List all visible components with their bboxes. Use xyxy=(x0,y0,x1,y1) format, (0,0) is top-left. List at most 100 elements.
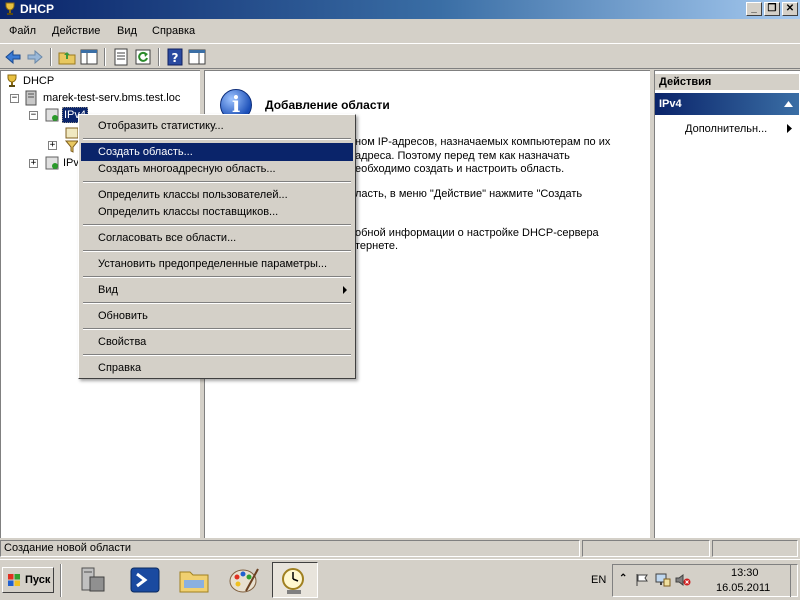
menu-separator xyxy=(83,302,351,304)
up-folder-icon[interactable] xyxy=(58,48,76,66)
server-options-icon[interactable] xyxy=(65,126,79,140)
menu-item-properties[interactable]: Свойства xyxy=(81,333,353,351)
window-titlebar[interactable]: DHCP _ ❐ ✕ xyxy=(0,0,800,19)
action-center-flag-icon[interactable] xyxy=(635,573,649,587)
menu-item-refresh[interactable]: Обновить xyxy=(81,307,353,325)
system-tray: EN ⌃ 13:30 16.05.2011 xyxy=(591,564,798,597)
status-panel xyxy=(712,540,798,557)
server-manager-icon xyxy=(81,567,105,592)
submenu-arrow-icon xyxy=(787,124,792,133)
svg-text:?: ? xyxy=(172,51,179,65)
status-text: Создание новой области xyxy=(0,540,580,557)
taskbar-explorer[interactable] xyxy=(172,562,218,598)
taskbar-separator xyxy=(60,564,62,597)
menu-item-new-scope[interactable]: Создать область... xyxy=(81,143,353,161)
toolbar-separator xyxy=(158,48,160,66)
info-text-line: тернете. xyxy=(355,240,399,252)
start-label: Пуск xyxy=(25,574,51,586)
menu-separator xyxy=(83,181,351,183)
menu-separator xyxy=(83,328,351,330)
actions-pane: Действия IPv4 Дополнительн... xyxy=(654,70,800,538)
menu-separator xyxy=(83,276,351,278)
taskbar-dhcp[interactable] xyxy=(272,562,318,598)
menu-item-user-classes[interactable]: Определить классы пользователей... xyxy=(81,186,353,204)
close-button[interactable]: ✕ xyxy=(782,2,798,16)
menu-separator xyxy=(83,224,351,226)
expand-expander[interactable]: + xyxy=(48,141,57,150)
taskbar-server-manager[interactable] xyxy=(68,562,114,598)
menu-item-vendor-classes[interactable]: Определить классы поставщиков... xyxy=(81,203,353,221)
menu-item-show-statistics[interactable]: Отобразить статистику... xyxy=(81,117,353,135)
toolbar-separator xyxy=(104,48,106,66)
menu-separator xyxy=(83,354,351,356)
submenu-arrow-icon xyxy=(343,286,347,294)
show-hidden-icons-icon[interactable]: ⌃ xyxy=(619,573,627,584)
taskbar-paint[interactable] xyxy=(222,562,268,598)
show-desktop-button[interactable] xyxy=(790,564,798,597)
tree-label: marek-test-serv.bms.test.loc xyxy=(43,92,181,104)
collapse-expander[interactable]: − xyxy=(29,111,38,120)
menu-separator xyxy=(83,250,351,252)
forward-arrow-icon[interactable] xyxy=(26,48,44,66)
volume-muted-icon[interactable] xyxy=(675,573,691,587)
menu-item-help[interactable]: Справка xyxy=(81,359,353,377)
actions-section-ipv4[interactable]: IPv4 xyxy=(655,93,799,115)
info-text-line: еобходимо создать и настроить область. xyxy=(355,163,565,175)
show-hide-action-pane-icon[interactable] xyxy=(188,48,206,66)
menu-item-predefined-options[interactable]: Установить предопределенные параметры... xyxy=(81,255,353,273)
menu-view[interactable]: Вид xyxy=(117,25,137,37)
restore-button[interactable]: ❐ xyxy=(764,2,780,16)
start-button[interactable]: Пуск xyxy=(2,567,54,593)
menu-action[interactable]: Действие xyxy=(52,25,100,37)
taskbar: Пуск EN ⌃ 13:30 16.05.2011 xyxy=(0,559,800,600)
actions-header: Действия xyxy=(655,74,799,90)
folder-icon xyxy=(179,571,209,593)
menu-file[interactable]: Файл xyxy=(9,25,36,37)
menu-item-label: Вид xyxy=(98,284,118,296)
info-text-line: ном IP-адресов, назначаемых компьютерам … xyxy=(355,136,611,148)
actions-section-label: IPv4 xyxy=(659,98,682,110)
help-icon[interactable]: ? xyxy=(166,48,184,66)
properties-icon[interactable] xyxy=(112,48,130,66)
menu-help[interactable]: Справка xyxy=(152,25,195,37)
dhcp-trophy-icon xyxy=(7,74,17,87)
ipv6-status-icon xyxy=(45,156,59,170)
minimize-button[interactable]: _ xyxy=(746,2,762,16)
toolbar-separator xyxy=(50,48,52,66)
page-title: Добавление области xyxy=(265,98,390,112)
dhcp-trophy-icon xyxy=(5,2,15,15)
filter-icon[interactable] xyxy=(65,139,79,153)
info-text-line: обной информации о настройке DHCP-сервер… xyxy=(355,227,599,239)
show-hide-tree-icon[interactable] xyxy=(80,48,98,66)
status-panel xyxy=(582,540,710,557)
expand-expander[interactable]: + xyxy=(29,159,38,168)
tree-label: IPv xyxy=(63,157,79,169)
info-text-line: ласть, в меню "Действие" нажмите "Создат… xyxy=(355,188,583,200)
ipv4-status-icon xyxy=(45,108,59,122)
toolbar: ? xyxy=(0,43,800,69)
language-indicator[interactable]: EN xyxy=(591,574,606,586)
menu-item-new-multicast-scope[interactable]: Создать многоадресную область... xyxy=(81,160,353,178)
action-more-actions[interactable]: Дополнительн... xyxy=(685,123,767,135)
dhcp-clock-icon xyxy=(282,568,304,594)
collapse-expander[interactable]: − xyxy=(10,94,19,103)
back-arrow-icon[interactable] xyxy=(4,48,22,66)
menu-bar: Файл Действие Вид Справка xyxy=(0,20,800,42)
menu-item-view[interactable]: Вид xyxy=(81,281,353,299)
clock-time[interactable]: 13:30 xyxy=(731,567,759,579)
taskbar-powershell[interactable] xyxy=(122,562,168,598)
status-bar: Создание новой области xyxy=(0,539,800,558)
windows-flag-icon xyxy=(8,574,20,586)
network-icon[interactable] xyxy=(655,573,671,587)
info-text-line: адреса. Поэтому перед тем как назначать xyxy=(355,150,570,162)
collapse-up-icon[interactable] xyxy=(784,101,793,107)
context-menu: Отобразить статистику... Создать область… xyxy=(78,114,356,379)
window-title: DHCP xyxy=(20,2,55,16)
menu-item-reconcile-all-scopes[interactable]: Согласовать все области... xyxy=(81,229,353,247)
clock-date[interactable]: 16.05.2011 xyxy=(716,582,770,594)
menu-separator xyxy=(83,138,351,140)
paint-palette-icon xyxy=(229,568,259,593)
tree-label: DHCP xyxy=(23,75,55,87)
server-icon xyxy=(25,90,37,106)
refresh-icon[interactable] xyxy=(134,48,152,66)
